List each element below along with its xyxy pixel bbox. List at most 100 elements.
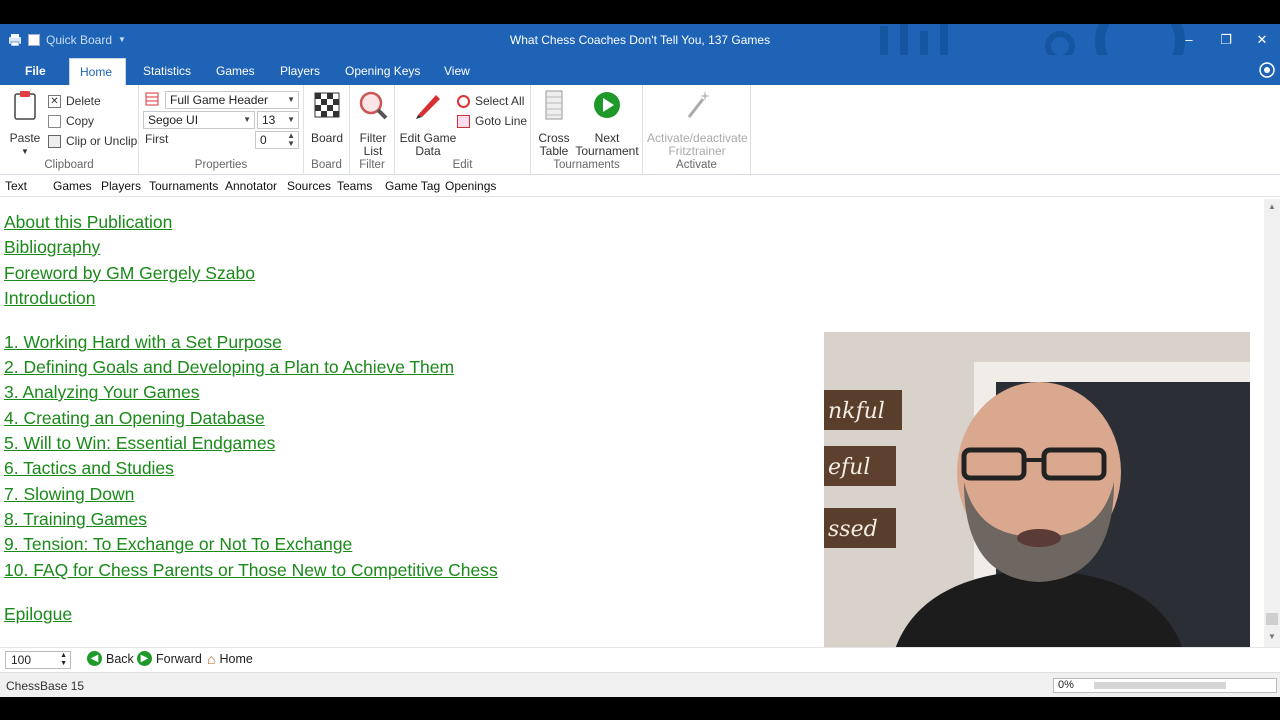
- paste-button[interactable]: Paste ▼: [8, 89, 42, 158]
- vertical-scrollbar[interactable]: ▲ ▼: [1264, 199, 1280, 649]
- toc-link-about[interactable]: About this Publication: [4, 212, 172, 233]
- toc-link-chapter-2[interactable]: 2. Defining Goals and Developing a Plan …: [4, 357, 454, 378]
- edit-game-label-2: Data: [415, 144, 441, 158]
- activate-fritztrainer-button[interactable]: Activate/deactivate Fritztrainer: [647, 89, 748, 158]
- toc-link-foreword[interactable]: Foreword by GM Gergely Szabo: [4, 263, 255, 284]
- subtab-game-tag[interactable]: Game Tag: [385, 179, 440, 193]
- edit-game-data-button[interactable]: Edit Game Data: [399, 89, 457, 158]
- progress-track: [1094, 682, 1226, 689]
- properties-group-label: Properties: [194, 159, 248, 171]
- properties-group: Full Game Header ▼ Segoe UI ▼ 13 ▼ First 0 ▲…: [139, 85, 304, 175]
- tab-opening-keys[interactable]: Opening Keys: [335, 58, 430, 85]
- back-label: Back: [106, 651, 134, 666]
- first-label: First: [145, 132, 169, 146]
- forward-button[interactable]: ▶ Forward: [137, 651, 202, 666]
- title-decoration: [880, 24, 1185, 55]
- font-dropdown[interactable]: Segoe UI ▼: [143, 111, 255, 129]
- edit-group-label: Edit: [452, 159, 473, 171]
- scroll-down-icon[interactable]: ▼: [1264, 629, 1280, 645]
- quick-board-label: Quick Board: [46, 32, 113, 47]
- cross-table-button[interactable]: Cross Table: [537, 89, 571, 158]
- help-icon[interactable]: [1259, 62, 1275, 78]
- delete-label: Delete: [66, 94, 101, 108]
- toc-link-chapter-9[interactable]: 9. Tension: To Exchange or Not To Exchan…: [4, 534, 352, 555]
- copy-label: Copy: [66, 114, 95, 128]
- cross-table-label-2: Table: [539, 144, 569, 158]
- toc-link-chapter-6[interactable]: 6. Tactics and Studies: [4, 458, 174, 479]
- toc-link-chapter-5[interactable]: 5. Will to Win: Essential Endgames: [4, 433, 275, 454]
- database-subtabs: Text Games Players Tournaments Annotator…: [0, 175, 1280, 197]
- subtab-annotator[interactable]: Annotator: [225, 179, 277, 193]
- sign-text-1: nkful: [828, 399, 885, 424]
- home-button[interactable]: ⌂ Home: [207, 651, 253, 667]
- toc-link-bibliography[interactable]: Bibliography: [4, 237, 100, 258]
- scroll-thumb[interactable]: [1266, 613, 1278, 625]
- toc-link-chapter-1[interactable]: 1. Working Hard with a Set Purpose: [4, 332, 282, 353]
- quick-board-checkbox[interactable]: [28, 33, 40, 46]
- stepper-arrows-icon[interactable]: ▲ ▼: [60, 652, 67, 668]
- tab-file[interactable]: File: [15, 58, 56, 85]
- first-stepper[interactable]: 0 ▲ ▼: [255, 131, 299, 149]
- next-tournament-label-2: Tournament: [575, 144, 639, 158]
- goto-line-icon: [457, 114, 470, 128]
- filter-list-button[interactable]: Filter List: [356, 89, 390, 158]
- tab-statistics[interactable]: Statistics: [133, 58, 201, 85]
- chessbase-window: Quick Board ▼ What Chess Coaches Don't T…: [0, 24, 1280, 697]
- tab-players[interactable]: Players: [270, 58, 330, 85]
- scroll-up-icon[interactable]: ▲: [1264, 199, 1280, 215]
- printer-icon[interactable]: [8, 33, 22, 47]
- toc-link-chapter-4[interactable]: 4. Creating an Opening Database: [4, 408, 265, 429]
- minimize-button[interactable]: –: [1171, 24, 1207, 55]
- toc-link-chapter-3[interactable]: 3. Analyzing Your Games: [4, 382, 200, 403]
- board-button[interactable]: Board: [310, 89, 344, 145]
- tab-home[interactable]: Home: [69, 58, 126, 85]
- home-icon: ⌂: [207, 651, 216, 667]
- maximize-button[interactable]: ❐: [1208, 24, 1244, 55]
- toc-link-chapter-7[interactable]: 7. Slowing Down: [4, 484, 134, 505]
- toc-link-introduction[interactable]: Introduction: [4, 288, 95, 309]
- subtab-games[interactable]: Games: [53, 179, 92, 193]
- forward-label: Forward: [156, 651, 202, 666]
- header-icon: [145, 92, 159, 106]
- subtab-sources[interactable]: Sources: [287, 179, 331, 193]
- goto-line-button[interactable]: Goto Line: [457, 112, 527, 130]
- board-group: Board Board: [304, 85, 350, 175]
- quick-board-toggle[interactable]: Quick Board ▼: [8, 24, 126, 55]
- toc-link-chapter-8[interactable]: 8. Training Games: [4, 509, 147, 530]
- tab-view[interactable]: View: [434, 58, 480, 85]
- select-all-button[interactable]: Select All: [457, 92, 524, 110]
- chevron-down-icon[interactable]: ▼: [118, 35, 126, 44]
- chessboard-icon: [314, 92, 340, 118]
- goto-line-label: Goto Line: [475, 114, 528, 128]
- zoom-value: 100: [11, 653, 32, 667]
- board-label: Board: [310, 131, 344, 145]
- zoom-stepper[interactable]: 100 ▲ ▼: [5, 651, 71, 669]
- back-button[interactable]: ◀ Back: [87, 651, 134, 666]
- pen-icon: [416, 95, 440, 119]
- clipboard-group-label: Clipboard: [44, 159, 94, 171]
- clip-button[interactable]: Clip or Unclip: [48, 132, 137, 150]
- sign-text-3: ssed: [828, 517, 878, 542]
- subtab-tournaments[interactable]: Tournaments: [149, 179, 218, 193]
- subtab-openings[interactable]: Openings: [445, 179, 496, 193]
- subtab-teams[interactable]: Teams: [337, 179, 372, 193]
- progress-bar: 0%: [1053, 678, 1277, 693]
- copy-button[interactable]: Copy: [48, 112, 94, 130]
- clipboard-group: Paste ▼ ✕ Delete Copy Clip or Unclip Cli…: [0, 85, 139, 175]
- close-button[interactable]: ✕: [1244, 24, 1280, 55]
- delete-button[interactable]: ✕ Delete: [48, 92, 101, 110]
- edit-group: Edit Game Data Select All Goto Line Edit: [395, 85, 531, 175]
- font-size-dropdown[interactable]: 13 ▼: [257, 111, 299, 129]
- paste-label: Paste: [9, 131, 41, 145]
- navigation-bar: 100 ▲ ▼ ◀ Back ▶ Forward ⌂ Home: [0, 647, 1280, 671]
- tab-games[interactable]: Games: [206, 58, 265, 85]
- header-dropdown[interactable]: Full Game Header ▼: [165, 91, 299, 109]
- filter-group: Filter List Filter: [350, 85, 395, 175]
- play-icon: [594, 92, 620, 118]
- next-tournament-button[interactable]: Next Tournament: [574, 89, 640, 158]
- subtab-text[interactable]: Text: [5, 179, 27, 193]
- presenter-video: nkful eful ssed: [824, 332, 1250, 652]
- toc-link-chapter-10[interactable]: 10. FAQ for Chess Parents or Those New t…: [4, 560, 498, 581]
- toc-link-epilogue[interactable]: Epilogue: [4, 604, 72, 625]
- subtab-players[interactable]: Players: [101, 179, 141, 193]
